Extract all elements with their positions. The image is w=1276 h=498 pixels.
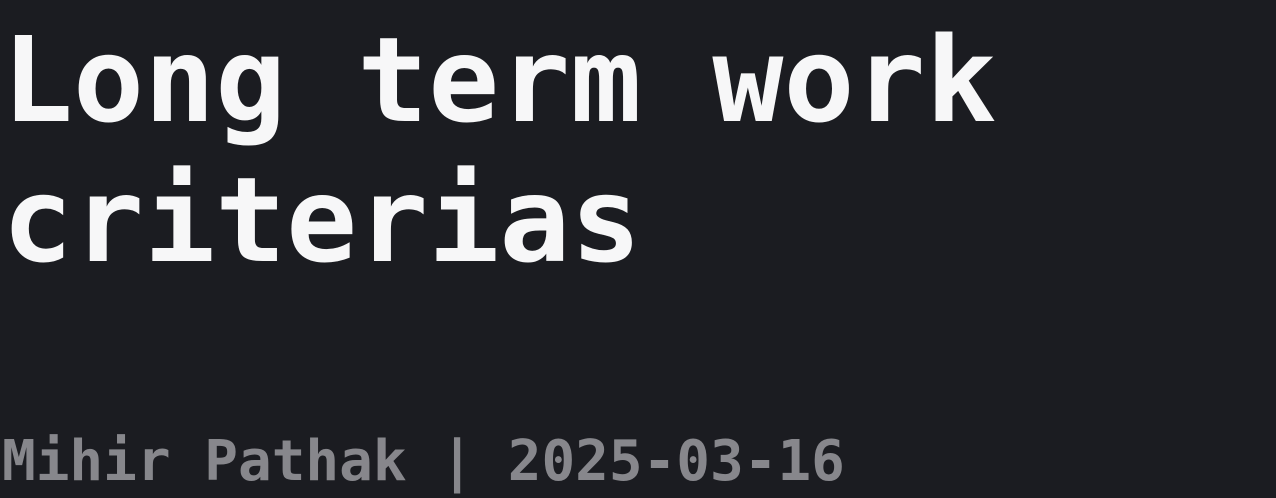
post-title: Long term work criterias: [2, 10, 1202, 290]
post-title-line-2: criterias: [2, 151, 642, 289]
post-byline: Mihir Pathak | 2025-03-16: [2, 429, 845, 494]
post-header: Long term work criterias Mihir Pathak | …: [0, 0, 1276, 498]
post-title-line-1: Long term work: [2, 11, 997, 149]
